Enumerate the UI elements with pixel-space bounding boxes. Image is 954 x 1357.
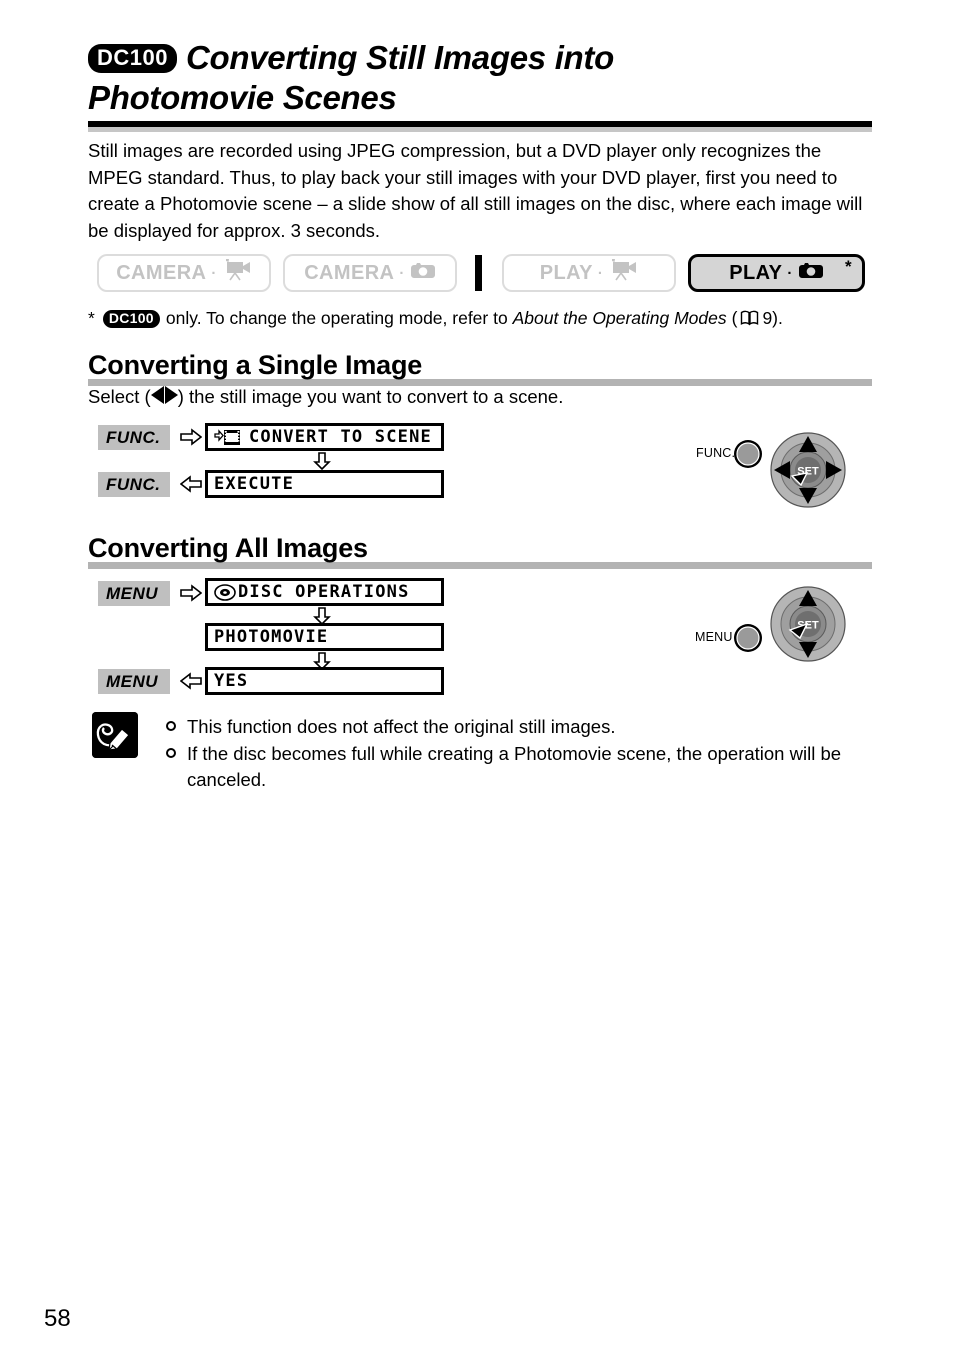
key-tag-menu-1[interactable]: MENU [98, 581, 170, 606]
section-heading-single-text: Converting a Single Image [88, 350, 423, 380]
page-title: DC100 Converting Still Images into Photom… [88, 38, 872, 118]
menu-box-convert-to-scene[interactable]: CONVERT TO SCENE [205, 423, 444, 451]
joystick-func-button-label: FUNC. [696, 446, 736, 460]
note-item-text: If the disc becomes full while creating … [187, 742, 842, 791]
page-title-text-1: Converting Still Images into [185, 39, 614, 76]
mode-group-separator [475, 255, 482, 291]
menu-box-label-photomovie: PHOTOMOVIE [214, 627, 329, 647]
arrow-right-step-icon [180, 428, 203, 446]
mode-dot-separator: · [787, 264, 793, 282]
menu-box-label-convert-to-scene: CONVERT TO SCENE [249, 427, 432, 447]
mode-button-play-still[interactable]: PLAY · [688, 254, 865, 292]
section-heading-all-text: Converting All Images [88, 533, 368, 563]
arrow-right-step-icon [180, 584, 203, 602]
section-heading-converting-all: Converting All Images [88, 533, 872, 569]
disc-icon [214, 583, 236, 601]
footnote-page-ref: 9 [762, 308, 773, 328]
footnote-italic-reference: About the Operating Modes [512, 308, 727, 328]
section-heading-converting-single: Converting a Single Image [88, 350, 872, 386]
page-title-line-1: DC100 Converting Still Images into [88, 38, 872, 78]
joystick-dpad-icon[interactable]: SET [770, 432, 846, 508]
menu-box-execute[interactable]: EXECUTE [205, 470, 444, 498]
note-bullet-icon [166, 747, 176, 758]
mode-dot-separator: · [597, 264, 604, 282]
section-heading-underline-bar [88, 562, 872, 569]
note-bullet-icon [166, 721, 176, 731]
joystick-dpad-icon[interactable]: SET [770, 586, 846, 662]
mode-button-play-still-label: PLAY [729, 261, 783, 284]
key-tag-menu-2[interactable]: MENU [98, 669, 170, 694]
still-camera-icon [410, 260, 436, 286]
mode-dot-separator: · [399, 264, 405, 282]
mode-button-play-movie-label: PLAY [539, 261, 593, 284]
select-instruction-prefix: Select ( [88, 386, 151, 407]
page-number: 58 [44, 1305, 71, 1332]
joystick-illustration-menu: MENU SET [695, 586, 866, 666]
arrow-left-icon [150, 386, 164, 404]
mode-dot-separator: · [211, 264, 217, 282]
arrow-left-step-icon [179, 672, 202, 690]
select-instruction: Select ( ) the still image you want to co… [88, 384, 563, 410]
menu-box-yes[interactable]: YES [205, 667, 444, 695]
note-item: This function does not affect the origin… [164, 714, 870, 741]
movie-camera-icon [222, 258, 252, 288]
mode-button-camera-movie[interactable]: CAMERA · [97, 254, 271, 292]
notes-list: This function does not affect the origin… [164, 714, 870, 794]
menu-box-label-yes: YES [214, 671, 249, 691]
key-tag-func-1[interactable]: FUNC. [98, 425, 170, 450]
menu-button-icon[interactable] [732, 622, 764, 654]
select-instruction-suffix: ) the still image you want to convert to… [177, 386, 564, 407]
arrow-right-icon [164, 386, 178, 404]
footnote-asterisk: * [88, 308, 95, 328]
section-heading-underline-bar [88, 379, 872, 386]
dc100-badge: DC100 [88, 44, 177, 73]
menu-box-disc-operations[interactable]: DISC OPERATIONS [205, 578, 444, 606]
still-camera-icon [798, 260, 824, 286]
mode-button-play-movie[interactable]: PLAY · [502, 254, 676, 292]
intro-paragraph: Still images are recorded using JPEG com… [88, 140, 863, 241]
mode-active-asterisk: * [845, 257, 852, 276]
joystick-illustration-func: FUNC. SET [696, 432, 866, 512]
func-button-icon[interactable] [732, 438, 764, 470]
footnote-open-paren: ( [731, 308, 738, 328]
operating-mode-bar: CAMERA · CAMERA · PLAY · PLAY · * [97, 254, 865, 294]
mode-button-camera-still[interactable]: CAMERA · [283, 254, 457, 292]
menu-box-label-execute: EXECUTE [214, 474, 295, 494]
note-item: If the disc becomes full while creating … [164, 741, 870, 794]
memo-pencil-icon [92, 712, 138, 758]
key-tag-func-2[interactable]: FUNC. [98, 472, 170, 497]
page-title-line-2: Photomovie Scenes [88, 79, 397, 116]
footnote-close-paren: ). [772, 308, 783, 328]
book-icon [740, 308, 759, 332]
footnote: * DC100 only. To change the operating mode… [88, 306, 878, 332]
mode-button-camera-still-label: CAMERA [304, 261, 395, 284]
joystick-menu-button-label: MENU [695, 630, 733, 644]
arrow-left-step-icon [179, 475, 202, 493]
footnote-text-before: only. To change the operating mode, refe… [165, 308, 513, 328]
down-arrow-icon-1 [313, 452, 331, 471]
menu-box-photomovie[interactable]: PHOTOMOVIE [205, 623, 444, 651]
movie-camera-icon [608, 258, 638, 288]
menu-box-label-disc-operations: DISC OPERATIONS [238, 582, 410, 602]
mode-button-camera-movie-label: CAMERA [116, 261, 207, 284]
convert-to-scene-icon [214, 428, 241, 446]
note-item-text: This function does not affect the origin… [187, 716, 616, 737]
dc100-badge-small: DC100 [102, 310, 160, 328]
title-divider-gray [88, 127, 872, 132]
